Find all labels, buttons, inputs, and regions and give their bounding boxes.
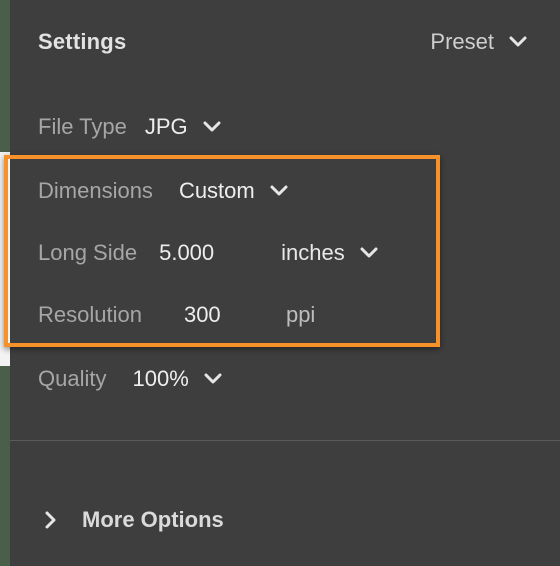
chevron-down-icon <box>509 36 527 47</box>
preset-label: Preset <box>430 29 494 54</box>
file-type-dropdown[interactable]: JPG <box>145 114 222 140</box>
file-type-value: JPG <box>144 114 188 139</box>
highlight-box <box>4 155 440 347</box>
file-type-row: File Type JPG <box>38 114 222 140</box>
settings-title: Settings <box>38 29 127 54</box>
file-type-label: File Type <box>38 114 127 139</box>
quality-row: Quality 100% <box>38 366 223 392</box>
chevron-down-icon <box>204 373 222 384</box>
quality-label: Quality <box>38 366 107 391</box>
chevron-right-icon <box>45 511 56 529</box>
quality-dropdown[interactable]: 100% <box>132 366 222 392</box>
more-options-toggle[interactable]: More Options <box>44 507 224 533</box>
section-divider <box>10 440 560 441</box>
export-settings-screen: Settings Preset File Type JPG Dimensions… <box>0 0 560 566</box>
more-options-label: More Options <box>82 507 224 532</box>
preset-dropdown[interactable]: Preset <box>430 29 528 55</box>
quality-value: 100% <box>132 366 189 391</box>
chevron-down-icon <box>203 121 221 132</box>
